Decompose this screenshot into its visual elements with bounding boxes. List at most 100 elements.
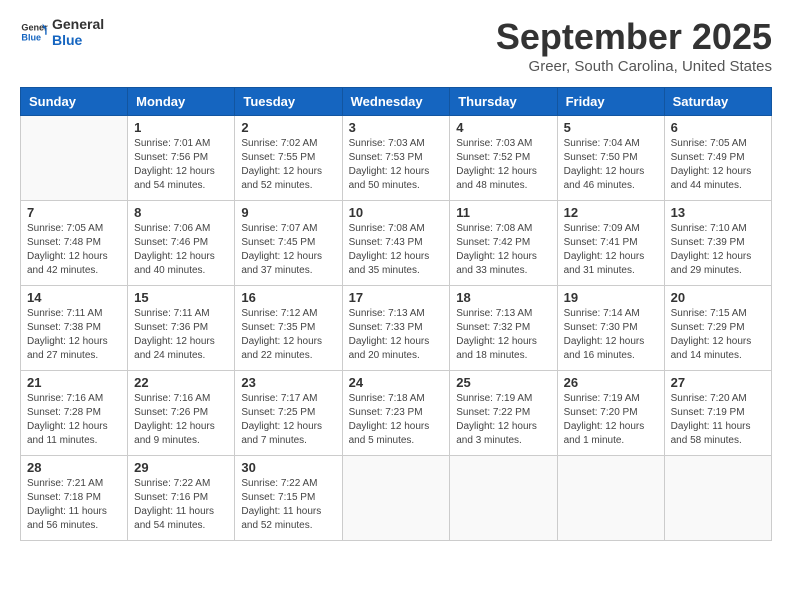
header-sunday: Sunday (21, 88, 128, 116)
calendar-cell (21, 116, 128, 201)
month-title: September 2025 (496, 16, 772, 58)
day-info: Sunrise: 7:05 AM Sunset: 7:48 PM Dayligh… (27, 222, 121, 278)
day-info: Sunrise: 7:20 AM Sunset: 7:19 PM Dayligh… (671, 392, 765, 448)
day-info: Sunrise: 7:05 AM Sunset: 7:49 PM Dayligh… (671, 137, 765, 193)
day-number: 22 (134, 375, 228, 390)
calendar-cell: 20 Sunrise: 7:15 AM Sunset: 7:29 PM Dayli… (664, 286, 771, 371)
day-info: Sunrise: 7:19 AM Sunset: 7:20 PM Dayligh… (564, 392, 658, 448)
day-info: Sunrise: 7:22 AM Sunset: 7:16 PM Dayligh… (134, 477, 228, 533)
day-number: 21 (27, 375, 121, 390)
day-number: 12 (564, 205, 658, 220)
calendar-cell: 18 Sunrise: 7:13 AM Sunset: 7:32 PM Dayli… (450, 286, 557, 371)
header-monday: Monday (128, 88, 235, 116)
calendar-cell: 17 Sunrise: 7:13 AM Sunset: 7:33 PM Dayli… (342, 286, 450, 371)
calendar-cell: 2 Sunrise: 7:02 AM Sunset: 7:55 PM Daylig… (235, 116, 342, 201)
week-row-1: 1Sunrise: 7:01 AM Sunset: 7:56 PM Daylig… (21, 116, 772, 201)
calendar-cell: 4 Sunrise: 7:03 AM Sunset: 7:52 PM Daylig… (450, 116, 557, 201)
day-number: 14 (27, 290, 121, 305)
day-number: 29 (134, 460, 228, 475)
day-number: 25 (456, 375, 550, 390)
calendar-cell: 6 Sunrise: 7:05 AM Sunset: 7:49 PM Daylig… (664, 116, 771, 201)
logo: General Blue General Blue (20, 16, 104, 48)
day-number: 2 (241, 120, 335, 135)
calendar-cell: 11 Sunrise: 7:08 AM Sunset: 7:42 PM Dayli… (450, 201, 557, 286)
day-number: 10 (349, 205, 444, 220)
day-number: 26 (564, 375, 658, 390)
week-row-5: 28 Sunrise: 7:21 AM Sunset: 7:18 PM Dayli… (21, 456, 772, 541)
header-tuesday: Tuesday (235, 88, 342, 116)
logo-icon: General Blue (20, 18, 48, 46)
day-info: Sunrise: 7:13 AM Sunset: 7:32 PM Dayligh… (456, 307, 550, 363)
calendar-cell: 10 Sunrise: 7:08 AM Sunset: 7:43 PM Dayli… (342, 201, 450, 286)
calendar-cell (557, 456, 664, 541)
day-info: Sunrise: 7:09 AM Sunset: 7:41 PM Dayligh… (564, 222, 658, 278)
day-info: Sunrise: 7:16 AM Sunset: 7:26 PM Dayligh… (134, 392, 228, 448)
header-thursday: Thursday (450, 88, 557, 116)
day-number: 17 (349, 290, 444, 305)
day-number: 28 (27, 460, 121, 475)
day-number: 6 (671, 120, 765, 135)
day-number: 5 (564, 120, 658, 135)
calendar-cell: 30Sunrise: 7:22 AM Sunset: 7:15 PM Dayli… (235, 456, 342, 541)
day-info: Sunrise: 7:03 AM Sunset: 7:53 PM Dayligh… (349, 137, 444, 193)
calendar-cell: 1Sunrise: 7:01 AM Sunset: 7:56 PM Daylig… (128, 116, 235, 201)
calendar-header-row: SundayMondayTuesdayWednesdayThursdayFrid… (21, 88, 772, 116)
header-saturday: Saturday (664, 88, 771, 116)
calendar-cell: 14 Sunrise: 7:11 AM Sunset: 7:38 PM Dayli… (21, 286, 128, 371)
day-info: Sunrise: 7:10 AM Sunset: 7:39 PM Dayligh… (671, 222, 765, 278)
calendar-cell: 28 Sunrise: 7:21 AM Sunset: 7:18 PM Dayli… (21, 456, 128, 541)
week-row-3: 14 Sunrise: 7:11 AM Sunset: 7:38 PM Dayli… (21, 286, 772, 371)
day-info: Sunrise: 7:15 AM Sunset: 7:29 PM Dayligh… (671, 307, 765, 363)
calendar-cell: 3 Sunrise: 7:03 AM Sunset: 7:53 PM Daylig… (342, 116, 450, 201)
logo-line2: Blue (52, 32, 104, 48)
title-area: September 2025 Greer, South Carolina, Un… (496, 16, 772, 75)
header: General Blue General Blue September 2025… (20, 16, 772, 75)
day-info: Sunrise: 7:11 AM Sunset: 7:38 PM Dayligh… (27, 307, 121, 363)
calendar-cell: 25 Sunrise: 7:19 AM Sunset: 7:22 PM Dayli… (450, 371, 557, 456)
calendar: SundayMondayTuesdayWednesdayThursdayFrid… (20, 87, 772, 541)
day-number: 24 (349, 375, 444, 390)
calendar-cell: 15Sunrise: 7:11 AM Sunset: 7:36 PM Dayli… (128, 286, 235, 371)
calendar-cell: 19Sunrise: 7:14 AM Sunset: 7:30 PM Dayli… (557, 286, 664, 371)
day-info: Sunrise: 7:06 AM Sunset: 7:46 PM Dayligh… (134, 222, 228, 278)
day-info: Sunrise: 7:02 AM Sunset: 7:55 PM Dayligh… (241, 137, 335, 193)
location-title: Greer, South Carolina, United States (496, 58, 772, 75)
day-info: Sunrise: 7:08 AM Sunset: 7:43 PM Dayligh… (349, 222, 444, 278)
day-number: 20 (671, 290, 765, 305)
calendar-cell: 12 Sunrise: 7:09 AM Sunset: 7:41 PM Dayli… (557, 201, 664, 286)
calendar-cell: 21 Sunrise: 7:16 AM Sunset: 7:28 PM Dayli… (21, 371, 128, 456)
day-info: Sunrise: 7:04 AM Sunset: 7:50 PM Dayligh… (564, 137, 658, 193)
day-info: Sunrise: 7:16 AM Sunset: 7:28 PM Dayligh… (27, 392, 121, 448)
header-friday: Friday (557, 88, 664, 116)
day-info: Sunrise: 7:19 AM Sunset: 7:22 PM Dayligh… (456, 392, 550, 448)
calendar-cell (342, 456, 450, 541)
calendar-cell: 5 Sunrise: 7:04 AM Sunset: 7:50 PM Daylig… (557, 116, 664, 201)
calendar-cell: 8Sunrise: 7:06 AM Sunset: 7:46 PM Daylig… (128, 201, 235, 286)
day-info: Sunrise: 7:17 AM Sunset: 7:25 PM Dayligh… (241, 392, 335, 448)
day-info: Sunrise: 7:13 AM Sunset: 7:33 PM Dayligh… (349, 307, 444, 363)
day-info: Sunrise: 7:22 AM Sunset: 7:15 PM Dayligh… (241, 477, 335, 533)
day-number: 27 (671, 375, 765, 390)
calendar-cell: 7 Sunrise: 7:05 AM Sunset: 7:48 PM Daylig… (21, 201, 128, 286)
calendar-cell: 26 Sunrise: 7:19 AM Sunset: 7:20 PM Dayli… (557, 371, 664, 456)
day-info: Sunrise: 7:21 AM Sunset: 7:18 PM Dayligh… (27, 477, 121, 533)
calendar-cell: 24Sunrise: 7:18 AM Sunset: 7:23 PM Dayli… (342, 371, 450, 456)
day-number: 4 (456, 120, 550, 135)
calendar-cell: 22 Sunrise: 7:16 AM Sunset: 7:26 PM Dayli… (128, 371, 235, 456)
logo-line1: General (52, 16, 104, 32)
day-number: 7 (27, 205, 121, 220)
day-number: 23 (241, 375, 335, 390)
day-number: 3 (349, 120, 444, 135)
calendar-cell: 16 Sunrise: 7:12 AM Sunset: 7:35 PM Dayli… (235, 286, 342, 371)
day-info: Sunrise: 7:07 AM Sunset: 7:45 PM Dayligh… (241, 222, 335, 278)
calendar-cell: 29 Sunrise: 7:22 AM Sunset: 7:16 PM Dayli… (128, 456, 235, 541)
day-number: 18 (456, 290, 550, 305)
day-info: Sunrise: 7:12 AM Sunset: 7:35 PM Dayligh… (241, 307, 335, 363)
header-wednesday: Wednesday (342, 88, 450, 116)
day-number: 1 (134, 120, 228, 135)
day-info: Sunrise: 7:08 AM Sunset: 7:42 PM Dayligh… (456, 222, 550, 278)
day-number: 11 (456, 205, 550, 220)
day-number: 19 (564, 290, 658, 305)
day-number: 16 (241, 290, 335, 305)
day-info: Sunrise: 7:03 AM Sunset: 7:52 PM Dayligh… (456, 137, 550, 193)
